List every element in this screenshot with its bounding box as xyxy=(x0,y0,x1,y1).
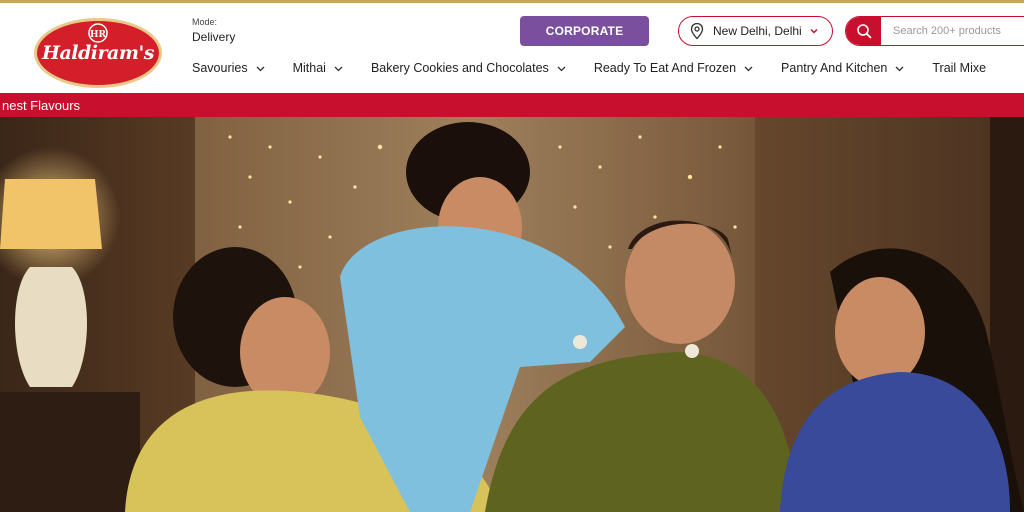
hero-banner-image[interactable] xyxy=(0,117,1024,512)
nav-item-bakery[interactable]: Bakery Cookies and Chocolates xyxy=(371,61,566,75)
chevron-down-icon xyxy=(895,66,904,71)
sweet xyxy=(685,344,699,358)
site-header: HR Haldiram's Mode: Delivery CORPORATE N… xyxy=(0,3,1024,93)
lamp-shade xyxy=(0,179,102,249)
sweet xyxy=(573,335,587,349)
corporate-button[interactable]: CORPORATE xyxy=(520,16,649,46)
chevron-down-icon xyxy=(256,66,265,71)
chevron-down-icon xyxy=(744,66,753,71)
nav-item-label: Mithai xyxy=(292,61,326,75)
nav-item-trail-mix[interactable]: Trail Mixe xyxy=(932,61,986,75)
nav-item-ready-to-eat[interactable]: Ready To Eat And Frozen xyxy=(594,61,753,75)
nav-item-label: Ready To Eat And Frozen xyxy=(593,61,737,75)
chevron-down-icon xyxy=(557,66,566,71)
nav-item-pantry[interactable]: Pantry And Kitchen xyxy=(781,61,904,75)
search-icon xyxy=(856,24,871,39)
nav-item-label: Pantry And Kitchen xyxy=(781,61,888,75)
logo-wordmark: Haldiram's xyxy=(42,42,154,64)
delivery-mode-selector[interactable]: Mode: Delivery xyxy=(192,17,235,44)
nav-item-label: Savouries xyxy=(192,61,248,75)
mode-label: Mode: xyxy=(192,17,218,27)
location-pin-icon xyxy=(690,22,704,40)
search-input[interactable] xyxy=(881,17,1024,45)
hero-illustration xyxy=(0,117,1024,512)
nav-item-mithai[interactable]: Mithai xyxy=(293,61,343,75)
side-cabinet xyxy=(0,392,140,512)
brand-logo[interactable]: HR Haldiram's xyxy=(33,17,163,89)
category-nav: Savouries Mithai Bakery Cookies and Choc… xyxy=(192,61,1014,75)
person-face xyxy=(835,277,925,387)
nav-item-label: Bakery Cookies and Chocolates xyxy=(370,61,549,75)
search-bar[interactable] xyxy=(845,16,1024,46)
nav-item-label: Trail Mixe xyxy=(932,61,987,75)
lamp-base xyxy=(15,267,87,387)
announcement-marquee: nest Flavours xyxy=(0,93,1024,117)
mode-value: Delivery xyxy=(192,30,236,44)
svg-text:HR: HR xyxy=(90,30,107,40)
marquee-text: nest Flavours xyxy=(2,97,81,113)
search-button[interactable] xyxy=(846,17,881,45)
person-face xyxy=(240,297,330,407)
person-face xyxy=(625,220,735,344)
location-selector[interactable]: New Delhi, Delhi xyxy=(678,16,833,46)
chevron-down-icon xyxy=(334,66,343,71)
chevron-down-icon xyxy=(810,28,818,34)
nav-item-savouries[interactable]: Savouries xyxy=(192,61,265,75)
location-text: New Delhi, Delhi xyxy=(713,24,802,38)
